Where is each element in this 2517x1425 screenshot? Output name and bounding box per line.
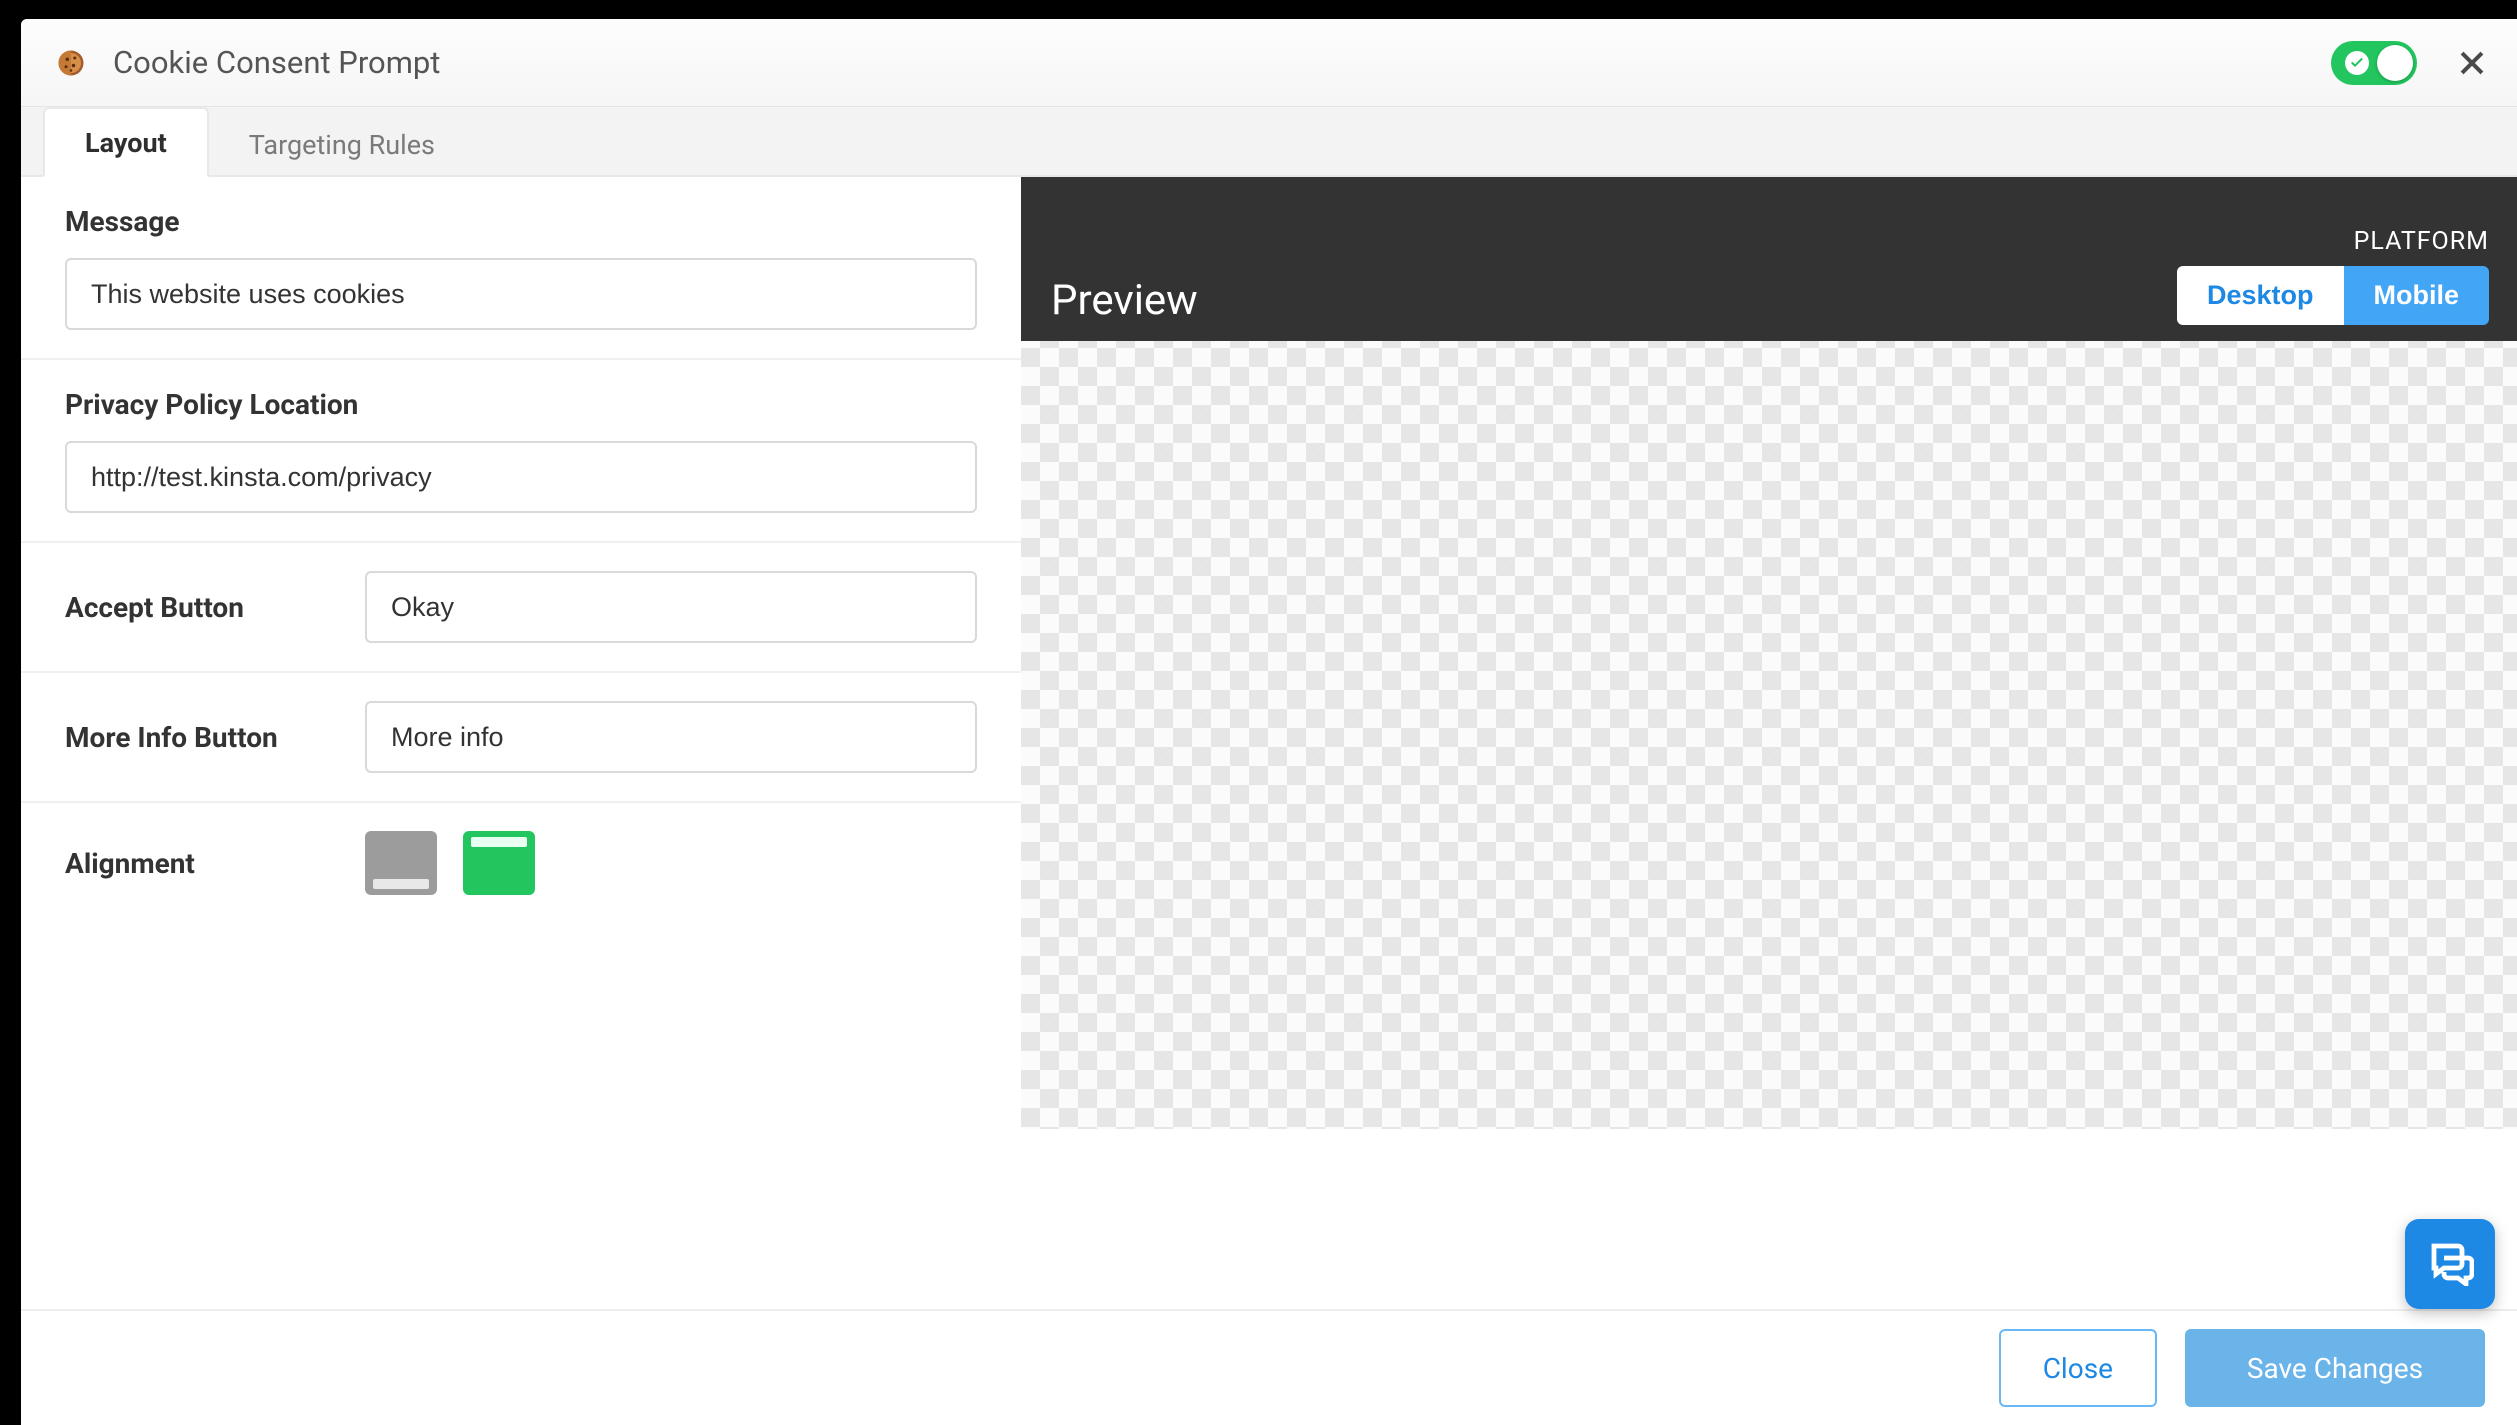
platform-mobile-button[interactable]: Mobile bbox=[2344, 266, 2490, 325]
section-privacy: Privacy Policy Location bbox=[21, 360, 1021, 543]
toggle-check-icon bbox=[2345, 51, 2369, 75]
cookie-icon bbox=[55, 47, 87, 79]
preview-title: Preview bbox=[1051, 276, 1198, 325]
platform-switcher: PLATFORM Desktop Mobile bbox=[2177, 227, 2489, 325]
preview-pane: Preview PLATFORM Desktop Mobile bbox=[1021, 177, 2517, 1309]
tab-layout[interactable]: Layout bbox=[43, 107, 209, 177]
modal-header: Cookie Consent Prompt bbox=[21, 19, 2517, 107]
more-info-button-label: More Info Button bbox=[65, 721, 325, 754]
modal-body: Message Privacy Policy Location Accept B… bbox=[21, 177, 2517, 1309]
alignment-label: Alignment bbox=[65, 847, 325, 880]
platform-desktop-button[interactable]: Desktop bbox=[2177, 266, 2344, 325]
message-input[interactable] bbox=[65, 258, 977, 330]
tabs: Layout Targeting Rules bbox=[21, 107, 2517, 177]
form-pane: Message Privacy Policy Location Accept B… bbox=[21, 177, 1021, 1309]
message-label: Message bbox=[65, 205, 977, 238]
align-bottom-button[interactable] bbox=[365, 831, 437, 895]
platform-label: PLATFORM bbox=[2177, 227, 2489, 256]
accept-button-label: Accept Button bbox=[65, 591, 325, 624]
save-changes-button[interactable]: Save Changes bbox=[2185, 1329, 2485, 1407]
modal-title: Cookie Consent Prompt bbox=[113, 44, 2331, 81]
toggle-knob bbox=[2377, 45, 2413, 81]
close-button[interactable] bbox=[2453, 44, 2491, 82]
close-footer-button[interactable]: Close bbox=[1999, 1329, 2157, 1407]
section-more-info-button: More Info Button bbox=[21, 673, 1021, 803]
tab-targeting-rules[interactable]: Targeting Rules bbox=[209, 111, 475, 177]
alignment-options bbox=[365, 831, 535, 895]
preview-gap bbox=[1021, 1129, 2517, 1309]
enable-toggle[interactable] bbox=[2331, 41, 2417, 85]
platform-segmented: Desktop Mobile bbox=[2177, 266, 2489, 325]
section-alignment: Alignment bbox=[21, 803, 1021, 923]
preview-header: Preview PLATFORM Desktop Mobile bbox=[1021, 177, 2517, 341]
privacy-label: Privacy Policy Location bbox=[65, 388, 977, 421]
privacy-input[interactable] bbox=[65, 441, 977, 513]
chat-fab[interactable] bbox=[2405, 1219, 2495, 1309]
align-top-button[interactable] bbox=[463, 831, 535, 895]
cookie-consent-modal: Cookie Consent Prompt Layout Targeting R… bbox=[21, 19, 2517, 1425]
section-message: Message bbox=[21, 177, 1021, 360]
section-accept-button: Accept Button bbox=[21, 543, 1021, 673]
more-info-button-input[interactable] bbox=[365, 701, 977, 773]
chat-icon bbox=[2426, 1238, 2474, 1290]
modal-footer: Close Save Changes bbox=[21, 1309, 2517, 1425]
accept-button-input[interactable] bbox=[365, 571, 977, 643]
